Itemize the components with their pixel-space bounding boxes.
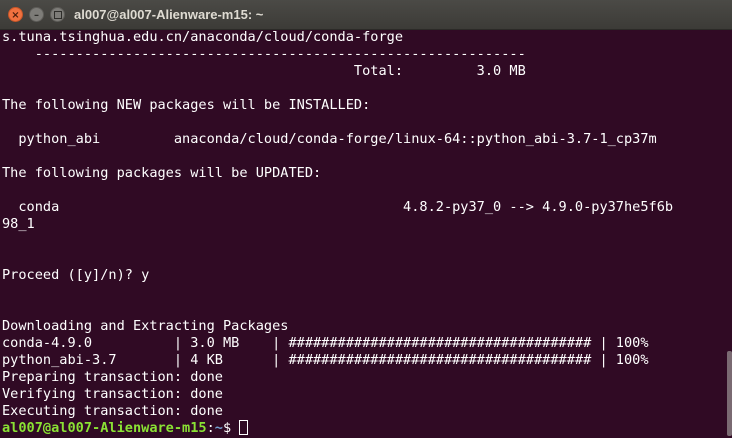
prompt-line[interactable]: al007@al007-Alienware-m15:~$ <box>2 420 722 437</box>
title-bar[interactable]: × – al007@al007-Alienware-m15: ~ <box>0 0 732 30</box>
maximize-button[interactable] <box>50 7 65 22</box>
terminal-output[interactable]: s.tuna.tsinghua.edu.cn/anaconda/cloud/co… <box>2 29 722 438</box>
output-line: Proceed ([y]/n)? y <box>2 267 150 283</box>
minimize-button[interactable]: – <box>29 7 44 22</box>
output-line: conda-4.9.0 | 3.0 MB | #################… <box>2 335 649 351</box>
close-icon: × <box>11 10 20 21</box>
output-line: Verifying transaction: done <box>2 386 223 402</box>
minimize-icon: – <box>34 10 39 21</box>
output-line: Preparing transaction: done <box>2 369 223 385</box>
scrollbar[interactable] <box>727 351 732 436</box>
close-button[interactable]: × <box>8 7 23 22</box>
output-lines: s.tuna.tsinghua.edu.cn/anaconda/cloud/co… <box>2 29 722 420</box>
output-line: 98_1 <box>2 216 35 232</box>
output-line: The following packages will be UPDATED: <box>2 165 322 181</box>
output-line: Downloading and Extracting Packages <box>2 318 289 334</box>
output-line: The following NEW packages will be INSTA… <box>2 97 371 113</box>
output-line: python_abi-3.7 | 4 KB | ################… <box>2 352 649 368</box>
output-line: python_abi anaconda/cloud/conda-forge/li… <box>2 131 657 147</box>
output-line: conda 4.8.2-py37_0 --> 4.9.0-py37he5f6b <box>2 199 674 215</box>
output-line: s.tuna.tsinghua.edu.cn/anaconda/cloud/co… <box>2 29 404 45</box>
text-cursor <box>239 420 249 435</box>
output-line: Total: 3.0 MB <box>2 63 526 79</box>
output-line: ----------------------------------------… <box>2 46 526 62</box>
prompt-path: ~ <box>214 420 223 436</box>
terminal-window: × – al007@al007-Alienware-m15: ~ s.tuna.… <box>0 0 732 438</box>
prompt-symbol: $ <box>222 420 240 436</box>
maximize-icon <box>53 11 62 19</box>
prompt-user-host: al007@al007-Alienware-m15 <box>2 420 207 436</box>
prompt-separator: : <box>206 420 215 436</box>
window-title: al007@al007-Alienware-m15: ~ <box>74 7 264 22</box>
output-line: Executing transaction: done <box>2 403 223 419</box>
